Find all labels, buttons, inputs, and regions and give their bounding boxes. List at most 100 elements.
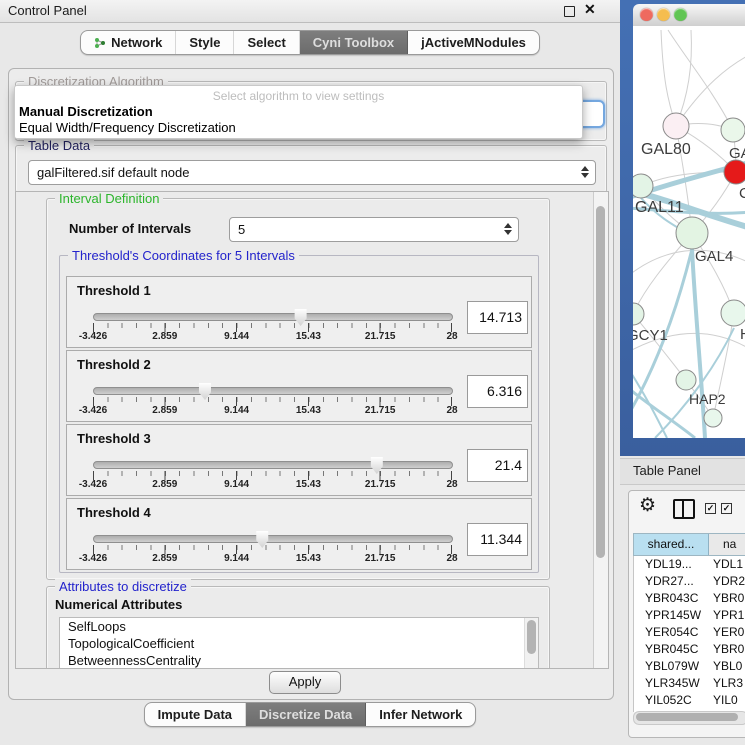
network-node-gal80[interactable] (663, 113, 689, 139)
table-row[interactable]: YDL19...YDL1 (634, 556, 745, 573)
threshold-value-field[interactable]: 11.344 (467, 523, 528, 556)
network-node-gcy1[interactable] (633, 303, 644, 325)
slider-track[interactable] (93, 387, 453, 395)
threshold-value-field[interactable]: 14.713 (467, 301, 528, 334)
threshold-value-field[interactable]: 21.4 (467, 449, 528, 482)
cell-shared-name[interactable]: YBL079W (634, 658, 709, 675)
checkbox-icon[interactable]: ✓ (705, 503, 716, 514)
table-row[interactable]: YBR045CYBR0 (634, 641, 745, 658)
tick-label: -3.426 (79, 553, 107, 564)
column-header-shared-name[interactable]: shared... (634, 534, 709, 555)
threshold-row: Threshold 1-3.4262.8599.14415.4321.71528… (66, 276, 532, 348)
num-intervals-combo[interactable]: 5 (229, 217, 519, 242)
minimize-traffic-light-icon[interactable] (657, 8, 670, 21)
cell-name[interactable]: YBR0 (709, 590, 745, 607)
dropdown-option-equal-width[interactable]: Equal Width/Frequency Discretization (19, 120, 236, 135)
tab-select[interactable]: Select (234, 31, 299, 54)
scrollbar-thumb[interactable] (636, 713, 738, 721)
tab-label: Style (189, 35, 220, 50)
num-intervals-value: 5 (238, 222, 245, 237)
network-canvas[interactable]: GAL80GACGAL11GAL4GCY1HHAP2 (633, 26, 745, 438)
screen: Control Panel ✕ Network Style SelectCyni T… (0, 0, 745, 745)
control-panel-titlebar: Control Panel ✕ (0, 0, 620, 23)
cell-shared-name[interactable]: YER054C (634, 624, 709, 641)
network-node-hap2[interactable] (676, 370, 696, 390)
network-window-titlebar[interactable] (633, 4, 745, 27)
attributes-scrollbar[interactable] (524, 618, 538, 669)
network-node-gal4[interactable] (676, 217, 708, 249)
threshold-value-field[interactable]: 6.316 (467, 375, 528, 408)
vertical-scrollbar[interactable] (593, 192, 608, 668)
table-row[interactable]: YER054CYER0 (634, 624, 745, 641)
network-node-gal11[interactable] (633, 174, 653, 198)
table-row[interactable]: YDR27...YDR2 (634, 573, 745, 590)
attribute-list-item[interactable]: SelfLoops (60, 618, 538, 635)
network-node-h[interactable] (721, 300, 745, 326)
bottom-tab-discretize-data[interactable]: Discretize Data (246, 703, 366, 726)
tick-label: 21.715 (365, 331, 396, 342)
table-data-combo[interactable]: galFiltered.sif default node (28, 160, 596, 185)
scrollbar-thumb[interactable] (596, 206, 605, 558)
threshold-row: Threshold 4-3.4262.8599.14415.4321.71528… (66, 498, 532, 570)
tab-label: Network (111, 35, 162, 50)
numerical-attributes-label: Numerical Attributes (55, 597, 182, 612)
attribute-list-item[interactable]: TopologicalCoefficient (60, 635, 538, 652)
network-nodes: GAL80GACGAL11GAL4GCY1HHAP2 (633, 113, 745, 427)
cell-shared-name[interactable]: YBR043C (634, 590, 709, 607)
column-header-name[interactable]: na (709, 534, 745, 555)
network-node-ga[interactable] (721, 118, 745, 142)
table-row[interactable]: YIL052CYIL0 (634, 692, 745, 709)
cell-shared-name[interactable]: YDL19... (634, 556, 709, 573)
cell-shared-name[interactable]: YBR045C (634, 641, 709, 658)
table-row[interactable]: YLR345WYLR3 (634, 675, 745, 692)
gear-icon[interactable]: ⚙ (639, 494, 656, 517)
bottom-tab-infer-network[interactable]: Infer Network (366, 703, 475, 726)
cell-name[interactable]: YPR1 (709, 607, 745, 624)
cell-name[interactable]: YLR3 (709, 675, 745, 692)
cell-name[interactable]: YDL1 (709, 556, 745, 573)
cell-name[interactable]: YER0 (709, 624, 745, 641)
tick-label: -3.426 (79, 405, 107, 416)
table-panel-body: ⚙ ✓ ✓ shared... na YDL19...YDL1YDR27...Y… (628, 490, 745, 738)
slider-track[interactable] (93, 313, 453, 321)
float-window-icon[interactable] (564, 6, 575, 17)
cell-name[interactable]: YBR0 (709, 641, 745, 658)
dropdown-option-manual[interactable]: Manual Discretization (19, 104, 153, 119)
cell-name[interactable]: YIL0 (709, 692, 745, 709)
tick-label: 2.859 (152, 479, 177, 490)
cell-name[interactable]: YDR2 (709, 573, 745, 590)
bottom-tab-impute-data[interactable]: Impute Data (145, 703, 246, 726)
checkbox-icon[interactable]: ✓ (721, 503, 732, 514)
close-traffic-light-icon[interactable] (640, 8, 653, 21)
network-node-c[interactable] (724, 160, 745, 184)
network-node[interactable] (704, 409, 722, 427)
slider-track[interactable] (93, 535, 453, 543)
table-row[interactable]: YBR043CYBR0 (634, 590, 745, 607)
tab-cyni-toolbox[interactable]: Cyni Toolbox (300, 31, 408, 54)
tick-label: 9.144 (224, 331, 249, 342)
numerical-attributes-list[interactable]: SelfLoopsTopologicalCoefficientBetweenne… (59, 617, 539, 669)
tab-network[interactable]: Network (81, 31, 176, 54)
attribute-list-item[interactable]: BetweennessCentrality (60, 652, 538, 669)
cell-name[interactable]: YBL0 (709, 658, 745, 675)
cell-shared-name[interactable]: YPR145W (634, 607, 709, 624)
tab-style[interactable]: Style (176, 31, 234, 54)
slider-track[interactable] (93, 461, 453, 469)
apply-button[interactable]: Apply (269, 671, 341, 694)
horizontal-scrollbar[interactable] (633, 711, 745, 725)
cell-shared-name[interactable]: YLR345W (634, 675, 709, 692)
settings-scroll-panel: Interval Definition Number of Intervals … (15, 191, 609, 669)
split-view-icon[interactable] (673, 499, 695, 519)
close-icon[interactable]: ✕ (584, 1, 596, 18)
table-header-row: shared... na (633, 533, 745, 556)
threshold-row: Threshold 2-3.4262.8599.14415.4321.71528… (66, 350, 532, 422)
tick-label: -3.426 (79, 331, 107, 342)
tab-jactivemnodules[interactable]: jActiveMNodules (408, 31, 539, 54)
scrollbar-thumb[interactable] (527, 620, 536, 654)
cell-shared-name[interactable]: YDR27... (634, 573, 709, 590)
table-row[interactable]: YPR145WYPR1 (634, 607, 745, 624)
combo-spinner-icon (580, 165, 589, 179)
cell-shared-name[interactable]: YIL052C (634, 692, 709, 709)
zoom-traffic-light-icon[interactable] (674, 8, 687, 21)
table-row[interactable]: YBL079WYBL0 (634, 658, 745, 675)
